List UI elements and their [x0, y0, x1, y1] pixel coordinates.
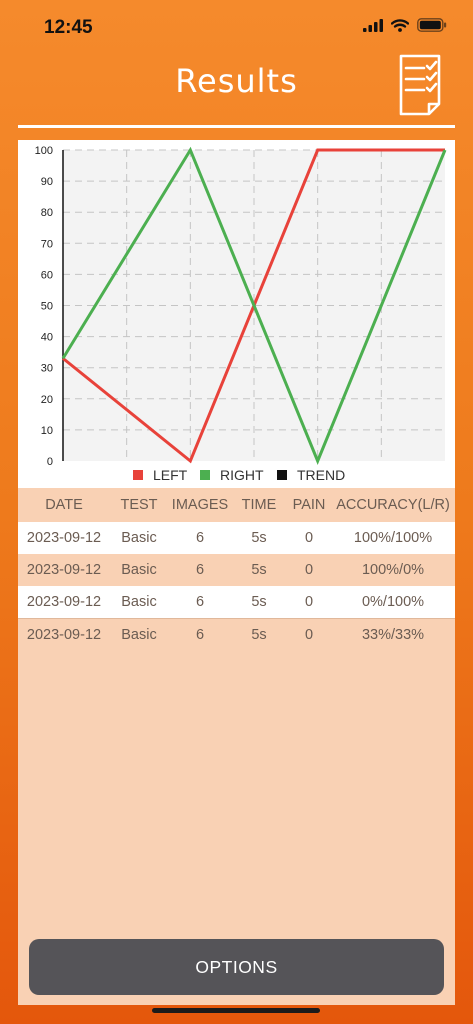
header-accuracy: ACCURACY(L/R): [336, 497, 450, 513]
header-time: TIME: [241, 497, 277, 513]
results-chart: 0 10 20 30 40 50 60 70 80 90 100 LEFT RIGHT TREND: [18, 140, 455, 488]
cell-images: 6: [195, 627, 205, 643]
cell-date: 2023-09-12: [26, 530, 102, 546]
cell-date: 2023-09-12: [26, 562, 102, 578]
cell-accuracy: 33%/33%: [361, 627, 425, 643]
legend-label-trend: TREND: [297, 467, 345, 483]
status-bar: 12:45: [0, 0, 473, 54]
y-tick-label: 100: [35, 145, 53, 157]
cell-time: 5s: [251, 627, 267, 643]
cellular-signal-icon: [363, 18, 383, 32]
cell-time: 5s: [251, 594, 267, 610]
legend-swatch-trend: [277, 470, 287, 480]
cell-date: 2023-09-12: [26, 627, 102, 643]
header-pain: PAIN: [292, 497, 326, 513]
y-tick-label: 10: [41, 425, 53, 437]
cell-time: 5s: [251, 562, 267, 578]
legend-swatch-right: [200, 470, 210, 480]
report-button[interactable]: [397, 54, 449, 116]
cell-date: 2023-09-12: [26, 594, 102, 610]
legend-label-right: RIGHT: [220, 467, 264, 483]
header-images: IMAGES: [171, 497, 229, 513]
cell-test: Basic: [121, 562, 157, 578]
cell-pain: 0: [304, 562, 314, 578]
cell-test: Basic: [121, 627, 157, 643]
cell-time: 5s: [251, 530, 267, 546]
cell-accuracy: 100%/0%: [361, 562, 425, 578]
table-row[interactable]: 2023-09-12 Basic 6 5s 0 33%/33%: [18, 618, 455, 651]
cell-images: 6: [195, 530, 205, 546]
table-row[interactable]: 2023-09-12 Basic 6 5s 0 100%/100%: [18, 522, 455, 554]
wifi-icon: [391, 18, 409, 32]
header-date: DATE: [45, 497, 83, 513]
cell-images: 6: [195, 594, 205, 610]
table-row[interactable]: 2023-09-12 Basic 6 5s 0 0%/100%: [18, 586, 455, 618]
header: Results: [0, 54, 473, 128]
y-tick-label: 0: [47, 456, 53, 468]
y-tick-label: 30: [41, 363, 53, 375]
cell-accuracy: 0%/100%: [361, 594, 425, 610]
status-time: 12:45: [44, 17, 93, 38]
status-icons: [363, 18, 447, 32]
legend-label-left: LEFT: [153, 467, 188, 483]
y-tick-label: 90: [41, 176, 53, 188]
home-indicator: [152, 1008, 320, 1013]
cell-pain: 0: [304, 530, 314, 546]
legend-swatch-left: [133, 470, 143, 480]
cell-test: Basic: [121, 594, 157, 610]
results-table: DATE TEST IMAGES TIME PAIN ACCURACY(L/R)…: [18, 488, 455, 651]
y-tick-label: 40: [41, 332, 53, 344]
header-test: TEST: [120, 497, 158, 513]
y-tick-label: 50: [41, 301, 53, 313]
cell-images: 6: [195, 562, 205, 578]
line-chart: 0 10 20 30 40 50 60 70 80 90 100 LEFT RIGHT TREND: [35, 145, 447, 483]
y-tick-label: 80: [41, 207, 53, 219]
cell-pain: 0: [304, 627, 314, 643]
y-tick-label: 70: [41, 238, 53, 250]
options-button[interactable]: OPTIONS: [29, 939, 444, 995]
results-panel: 0 10 20 30 40 50 60 70 80 90 100 LEFT RIGHT TREND DAT…: [18, 140, 455, 1005]
battery-icon: [417, 18, 447, 32]
table-row[interactable]: 2023-09-12 Basic 6 5s 0 100%/0%: [18, 554, 455, 586]
cell-accuracy: 100%/100%: [353, 530, 433, 546]
y-tick-label: 60: [41, 269, 53, 281]
table-header-row: DATE TEST IMAGES TIME PAIN ACCURACY(L/R): [18, 488, 455, 522]
header-divider: [18, 125, 455, 128]
cell-pain: 0: [304, 594, 314, 610]
y-tick-label: 20: [41, 394, 53, 406]
cell-test: Basic: [121, 530, 157, 546]
checklist-document-icon: [399, 54, 441, 116]
